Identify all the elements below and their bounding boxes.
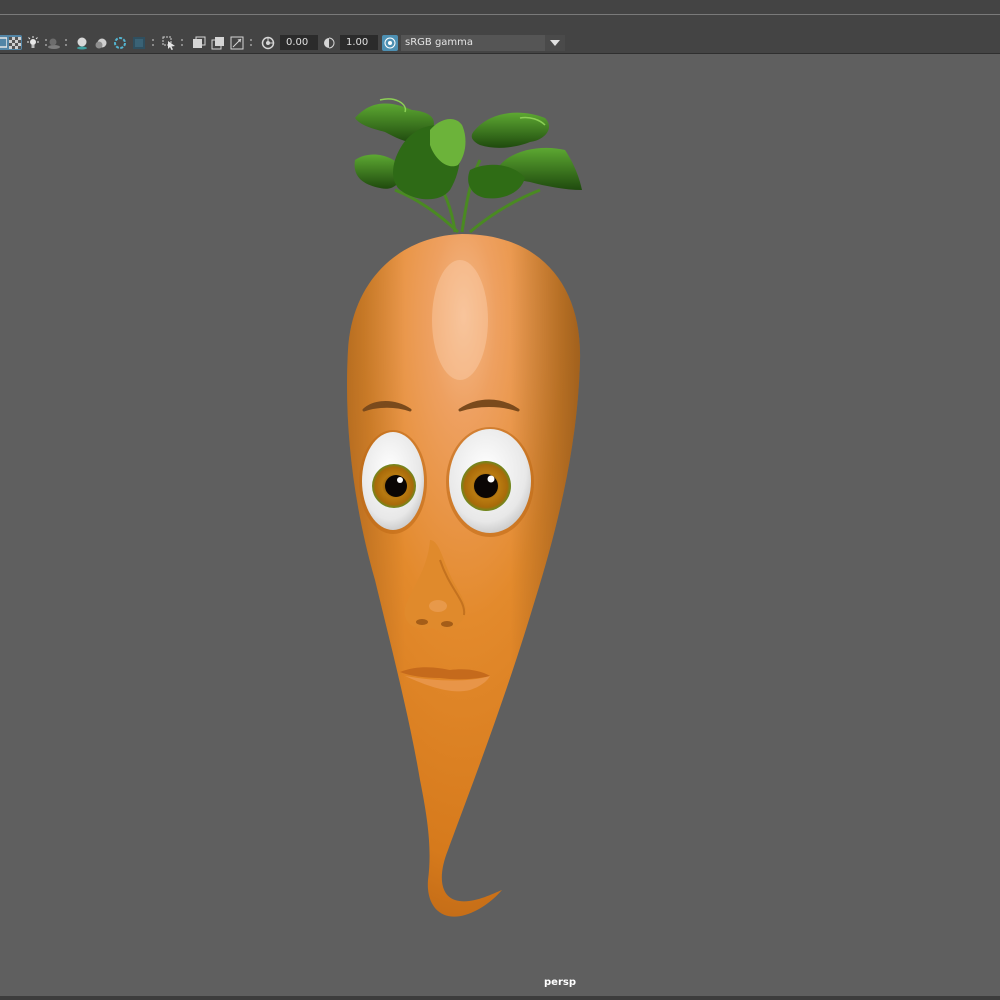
safe-action-icon[interactable] [229,35,244,50]
lighting-icon[interactable] [25,35,40,50]
carrot-character-model[interactable] [0,54,1000,1000]
xray-checker-icon[interactable] [7,35,22,50]
toolbar-separator [152,37,154,49]
color-space-value: sRGB gamma [405,37,474,48]
panel-menu-bar [0,15,1000,32]
color-management-icon[interactable] [382,35,398,51]
bottom-border [0,996,1000,1000]
color-space-dropdown[interactable]: sRGB gamma [401,35,565,51]
toolbar-separator [65,37,67,49]
motion-blur-icon[interactable] [93,35,108,50]
ambient-occlusion-icon[interactable] [74,35,89,50]
chevron-down-icon[interactable] [545,35,565,51]
toolbar-separator [250,37,252,49]
anti-aliasing-icon[interactable] [112,35,127,50]
camera-name-label: persp [544,977,576,988]
isolate-select-icon[interactable] [161,35,176,50]
title-bar [0,0,1000,14]
right-eye [446,427,534,537]
depth-of-field-icon[interactable] [131,35,146,50]
toolbar-separator [181,37,183,49]
viewport-panel[interactable] [0,54,1000,1000]
left-eye [359,430,427,534]
exposure-field[interactable]: 0.00 [280,35,318,50]
gamma-field[interactable]: 1.00 [340,35,378,50]
exposure-icon[interactable] [260,35,275,50]
carrot-leaves [354,98,582,234]
viewport-toolbar: 0.00 1.00 sRGB gamma [0,32,1000,54]
gamma-icon[interactable] [321,35,336,50]
carrot-body [347,234,581,917]
shadows-icon[interactable] [46,35,61,50]
gate-mask-icon[interactable] [191,35,206,50]
resolution-gate-icon[interactable] [210,35,225,50]
